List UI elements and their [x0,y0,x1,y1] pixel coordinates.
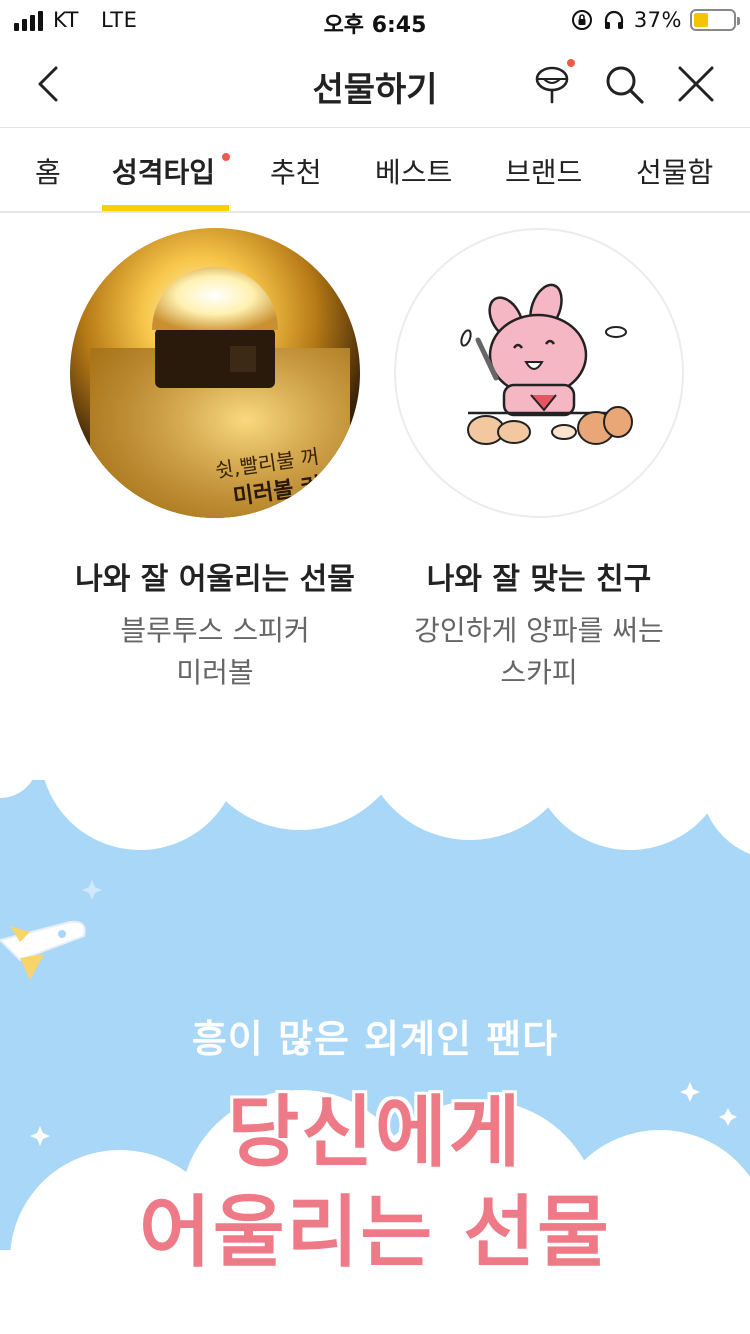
banner-title-line-1: 당신에게 [227,1088,523,1178]
tab-home[interactable]: 홈 [35,151,61,191]
card-title: 나와 잘 어울리는 선물 [75,562,355,597]
notification-dot [567,59,575,67]
scappy-illustration [394,228,684,518]
airplane-icon [0,920,86,980]
tab-notification-dot [222,153,230,161]
battery-fill [694,13,709,27]
card-title: 나와 잘 맞는 친구 [426,562,652,597]
card-description: 블루투스 스피커 미러볼 [120,614,310,689]
battery-icon [690,9,740,31]
tab-personality-type[interactable]: 성격타입 [112,151,215,191]
tab-best[interactable]: 베스트 [375,151,452,191]
friend-card[interactable]: 나와 잘 맞는 친구 강인하게 양파를 써는 스카피 [374,228,704,694]
gift-card[interactable]: 쉿,빨리불 꺼 미러볼 켜 나와 잘 어울리는 선물 블루투스 스피커 미러볼 [50,228,380,694]
card-description: 강인하게 양파를 써는 스카피 [414,614,664,689]
active-tab-indicator [102,205,229,211]
tab-gift-box[interactable]: 선물함 [636,151,713,191]
status-bar: KT LTE 오후 6:45 37% [0,0,750,42]
tab-recommend[interactable]: 추천 [270,151,322,191]
nav-bar: 선물하기 [0,42,750,128]
lollipop-icon [535,66,569,104]
battery-percent: 37% [633,8,682,32]
tab-brand[interactable]: 브랜드 [505,151,582,191]
search-icon[interactable] [602,62,646,106]
promo-banner[interactable]: 흥이 많은 외계인 팬다 당신에게 어울리는 선물 [0,740,750,1334]
banner-title-line-2: 어울리는 선물 [139,1188,611,1278]
orientation-lock-icon [571,10,592,30]
banner-subtitle: 흥이 많은 외계인 팬다 [191,1017,559,1061]
rabbit-chopping-onion-illustration [460,283,633,445]
close-icon[interactable] [674,62,718,106]
lollipop-button[interactable] [530,59,575,106]
mirror-ball-speaker-image: 쉿,빨리불 꺼 미러볼 켜 [70,228,360,518]
speaker-illustration: 쉿,빨리불 꺼 미러볼 켜 [90,267,350,518]
headphones-icon [604,10,623,29]
status-right: 37% [570,8,740,32]
category-tabs: 홈 성격타입 추천 베스트 브랜드 선물함 [0,129,750,213]
